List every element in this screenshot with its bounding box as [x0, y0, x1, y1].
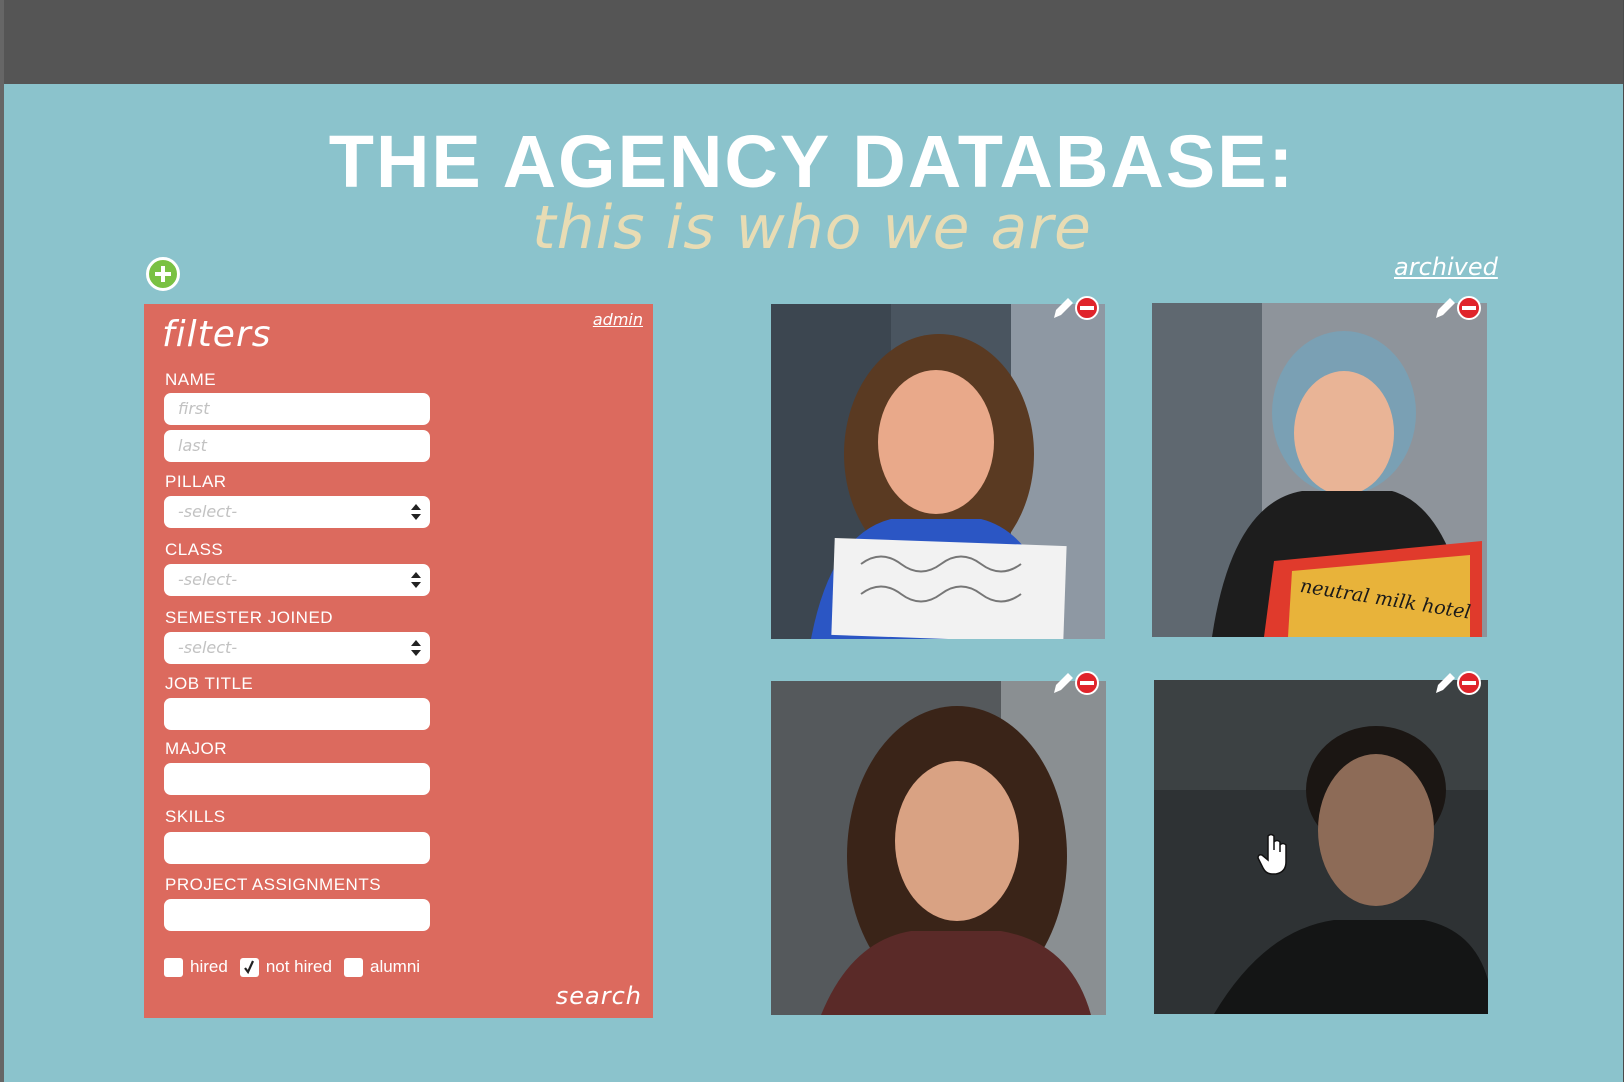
member-3-controls — [1054, 671, 1099, 695]
member-photo-3 — [771, 681, 1106, 1015]
filters-title: filters — [162, 314, 272, 355]
add-member-button[interactable] — [146, 257, 180, 291]
edit-icon[interactable] — [1054, 673, 1073, 693]
semester-select-value: -select- — [178, 638, 238, 657]
page-subtitle: this is who we are — [532, 193, 1092, 263]
plus-icon — [155, 266, 171, 282]
pillar-label: PILLAR — [165, 472, 227, 491]
member-4-controls — [1436, 671, 1481, 695]
hired-label: hired — [190, 957, 228, 976]
filters-panel: admin filters NAME first last PILLAR -se… — [144, 304, 653, 1018]
job-title-label: JOB TITLE — [165, 674, 254, 693]
class-select[interactable]: -select- — [164, 564, 430, 596]
hand-cursor-icon — [1257, 833, 1287, 875]
member-1-controls — [1054, 296, 1099, 320]
member-card-3[interactable] — [771, 681, 1106, 1015]
delete-icon[interactable] — [1075, 296, 1099, 320]
not-hired-label: not hired — [265, 957, 332, 976]
delete-icon[interactable] — [1457, 671, 1481, 695]
search-button[interactable]: search — [556, 982, 642, 1010]
checkmark-icon — [243, 960, 254, 974]
admin-link[interactable]: admin — [593, 310, 643, 329]
delete-icon[interactable] — [1075, 671, 1099, 695]
select-arrows-icon — [411, 572, 421, 588]
archived-link[interactable]: archived — [1394, 253, 1498, 281]
class-select-value: -select- — [178, 570, 238, 589]
select-arrows-icon — [411, 640, 421, 656]
major-label: MAJOR — [165, 739, 227, 758]
class-label: CLASS — [165, 540, 224, 559]
select-arrows-icon — [411, 504, 421, 520]
semester-label: SEMESTER JOINED — [165, 608, 334, 627]
edit-icon[interactable] — [1436, 298, 1455, 318]
alumni-checkbox[interactable] — [343, 957, 363, 977]
major-input[interactable] — [164, 763, 430, 795]
not-hired-checkbox[interactable] — [239, 957, 259, 977]
member-photo-1 — [771, 304, 1105, 639]
window-top-bar — [0, 0, 1624, 84]
status-checkboxes: hired not hired alumni — [164, 956, 432, 978]
member-card-1[interactable] — [771, 304, 1105, 639]
member-card-2[interactable]: neutral milk hotel — [1152, 303, 1487, 637]
name-label: NAME — [165, 370, 217, 389]
first-name-input[interactable]: first — [164, 393, 430, 425]
project-assignments-label: PROJECT ASSIGNMENTS — [165, 875, 382, 894]
skills-input[interactable] — [164, 832, 430, 864]
semester-select[interactable]: -select- — [164, 632, 430, 664]
alumni-label: alumni — [369, 957, 421, 976]
edit-icon[interactable] — [1436, 673, 1455, 693]
job-title-input[interactable] — [164, 698, 430, 730]
hired-checkbox[interactable] — [164, 957, 183, 977]
pillar-select[interactable]: -select- — [164, 496, 430, 528]
skills-label: SKILLS — [165, 807, 226, 826]
member-2-controls — [1436, 296, 1481, 320]
delete-icon[interactable] — [1457, 296, 1481, 320]
member-photo-4 — [1154, 680, 1488, 1014]
project-assignments-input[interactable] — [164, 899, 430, 931]
member-card-4[interactable] — [1154, 680, 1488, 1014]
pillar-select-value: -select- — [178, 502, 238, 521]
edit-icon[interactable] — [1054, 298, 1073, 318]
last-name-input[interactable]: last — [164, 430, 430, 462]
